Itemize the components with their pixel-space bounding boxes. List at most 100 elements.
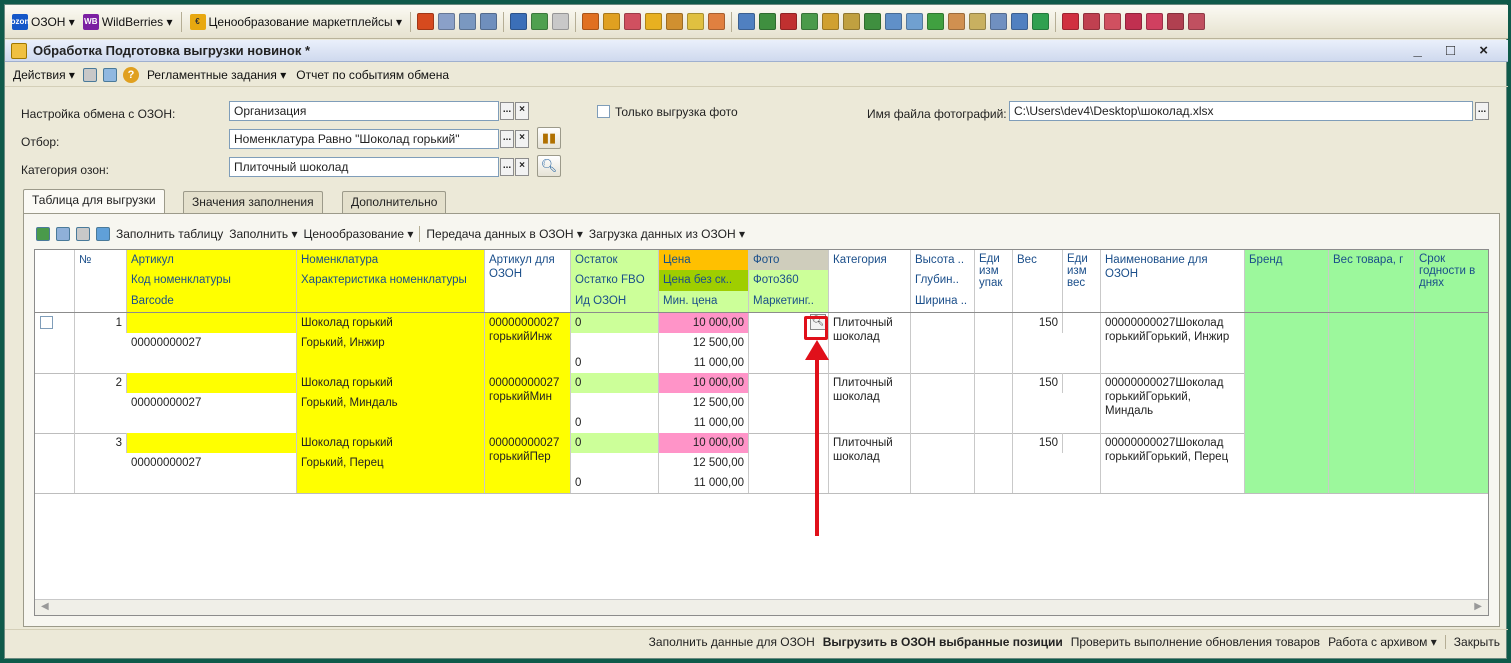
- document-icon[interactable]: [990, 13, 1008, 30]
- upload-selected-button[interactable]: Выгрузить в ОЗОН выбранные позиции: [823, 635, 1063, 649]
- report-icon[interactable]: [645, 13, 663, 30]
- tab-upload-table[interactable]: Таблица для выгрузки: [23, 189, 165, 214]
- row-num-cell[interactable]: 3: [75, 433, 127, 453]
- header-ozon-article[interactable]: Артикул для ОЗОН: [485, 250, 571, 312]
- header-unit-weight[interactable]: Еди изм вес: [1063, 250, 1101, 312]
- window-controls[interactable]: _ □ ×: [1414, 42, 1499, 59]
- min-price-cell[interactable]: 11 000,00: [659, 473, 749, 493]
- row-checkbox[interactable]: [40, 316, 53, 329]
- header-price-no-discount[interactable]: Цена без ск..: [659, 270, 749, 291]
- report-icon[interactable]: [624, 13, 642, 30]
- article-cell[interactable]: [127, 373, 297, 393]
- row-select-cell[interactable]: [35, 373, 75, 433]
- tab-additional[interactable]: Дополнительно: [342, 191, 447, 213]
- product-weight-cell[interactable]: [1329, 373, 1415, 433]
- min-price-cell[interactable]: 11 000,00: [659, 413, 749, 433]
- scheduled-tasks-menu[interactable]: Регламентные задания ▾: [145, 68, 288, 82]
- header-photo[interactable]: Фото: [749, 250, 829, 270]
- edit-icon[interactable]: [552, 13, 570, 30]
- report-icon[interactable]: [1188, 13, 1206, 30]
- ozon-menu[interactable]: ozon ОЗОН ▾: [9, 10, 78, 34]
- report-icon[interactable]: [603, 13, 621, 30]
- stock-fbo-cell[interactable]: [571, 453, 659, 473]
- header-height[interactable]: Высота ..: [911, 250, 975, 270]
- product-weight-cell[interactable]: [1329, 313, 1415, 373]
- select-button[interactable]: ...: [500, 130, 514, 148]
- document-icon[interactable]: [1032, 13, 1050, 30]
- pricing-marketplaces-menu[interactable]: € Ценообразование маркетплейсы ▾: [187, 10, 406, 34]
- select-button[interactable]: ...: [500, 102, 514, 120]
- filter-field[interactable]: Номенклатура Равно "Шоколад горький": [229, 129, 499, 149]
- wildberries-menu[interactable]: WB WildBerries ▾: [80, 10, 176, 34]
- characteristic-cell[interactable]: Горький, Инжир: [297, 333, 485, 373]
- category-cell[interactable]: Плиточный шоколад: [829, 313, 911, 373]
- header-stock-fbo[interactable]: Остатко FBO: [571, 270, 659, 291]
- print-icon[interactable]: [438, 13, 456, 30]
- users-icon[interactable]: [510, 13, 528, 30]
- close-button[interactable]: Закрыть: [1454, 635, 1500, 649]
- document-icon[interactable]: [1011, 13, 1029, 30]
- stock-cell[interactable]: 0: [571, 373, 659, 393]
- check-update-button[interactable]: Проверить выполнение обновления товаров: [1071, 635, 1320, 649]
- upload-table[interactable]: № Артикул Код номенклатуры Barcode Номен…: [34, 249, 1489, 616]
- photo-file-field[interactable]: C:\Users\dev4\Desktop\шоколад.xlsx: [1009, 101, 1473, 121]
- document-icon[interactable]: [801, 13, 819, 30]
- height-cell[interactable]: [911, 373, 975, 393]
- exchange-log-link[interactable]: Отчет по событиям обмена: [294, 68, 451, 82]
- depth-cell[interactable]: [911, 333, 975, 353]
- ozon-article-cell[interactable]: 00000000027 горькийИнж: [485, 313, 571, 373]
- ozon-id-cell[interactable]: 0: [571, 473, 659, 493]
- price-cell[interactable]: 10 000,00: [659, 313, 749, 333]
- brand-cell[interactable]: [1245, 313, 1329, 373]
- stock-fbo-cell[interactable]: [571, 393, 659, 413]
- code-cell[interactable]: 00000000027: [127, 333, 297, 353]
- report-icon[interactable]: [1146, 13, 1164, 30]
- nomenclature-cell[interactable]: Шоколад горький: [297, 373, 485, 393]
- ozon-article-cell[interactable]: 00000000027 горькийПер: [485, 433, 571, 493]
- ozon-id-cell[interactable]: 0: [571, 353, 659, 373]
- document-icon[interactable]: [738, 13, 756, 30]
- article-cell[interactable]: [127, 313, 297, 333]
- document-icon[interactable]: [969, 13, 987, 30]
- barcode-cell[interactable]: [127, 473, 297, 493]
- select-file-button[interactable]: ...: [1475, 102, 1489, 120]
- report-icon[interactable]: [1125, 13, 1143, 30]
- document-icon[interactable]: [759, 13, 777, 30]
- scroll-left-icon[interactable]: ◀: [41, 601, 49, 612]
- width-cell[interactable]: [911, 413, 975, 433]
- ozon-name-cell[interactable]: 00000000027Шоколад горькийГорький, Инжир: [1101, 313, 1245, 373]
- header-shelf-life[interactable]: Срок годности в днях: [1415, 250, 1488, 312]
- help-icon[interactable]: ?: [122, 66, 139, 83]
- brand-cell[interactable]: [1245, 373, 1329, 433]
- row-num-cell[interactable]: 2: [75, 373, 127, 393]
- unit-weight-cell[interactable]: [1063, 313, 1101, 373]
- tab-fill-values[interactable]: Значения заполнения: [183, 191, 323, 213]
- check-all-icon[interactable]: [76, 227, 90, 241]
- product-weight-cell[interactable]: [1329, 433, 1415, 493]
- article-cell[interactable]: [127, 433, 297, 453]
- ozon-article-cell[interactable]: 00000000027 горькийМин: [485, 373, 571, 433]
- report-icon[interactable]: [582, 13, 600, 30]
- code-cell[interactable]: 00000000027: [127, 453, 297, 473]
- book-icon[interactable]: [417, 13, 435, 30]
- document-icon[interactable]: [864, 13, 882, 30]
- header-photo360[interactable]: Фото360: [749, 270, 829, 291]
- report-icon[interactable]: [1167, 13, 1185, 30]
- min-price-cell[interactable]: 11 000,00: [659, 353, 749, 373]
- send-to-ozon-menu[interactable]: Передача данных в ОЗОН ▾: [426, 227, 582, 241]
- stock-cell[interactable]: 0: [571, 433, 659, 453]
- header-marketing[interactable]: Маркетинг..: [749, 291, 829, 312]
- price-no-discount-cell[interactable]: 12 500,00: [659, 453, 749, 473]
- document-icon[interactable]: [927, 13, 945, 30]
- header-characteristic[interactable]: Характеристика номенклатуры: [297, 270, 485, 312]
- unit-pack-cell[interactable]: [975, 313, 1013, 373]
- row-num-cell[interactable]: 1: [75, 313, 127, 333]
- header-num[interactable]: №: [75, 250, 127, 312]
- barcode-cell[interactable]: [127, 413, 297, 433]
- price-no-discount-cell[interactable]: 12 500,00: [659, 333, 749, 353]
- header-barcode[interactable]: Barcode: [127, 291, 297, 312]
- barcode-cell[interactable]: [127, 353, 297, 373]
- code-cell[interactable]: 00000000027: [127, 393, 297, 413]
- document-icon[interactable]: [885, 13, 903, 30]
- width-cell[interactable]: [911, 353, 975, 373]
